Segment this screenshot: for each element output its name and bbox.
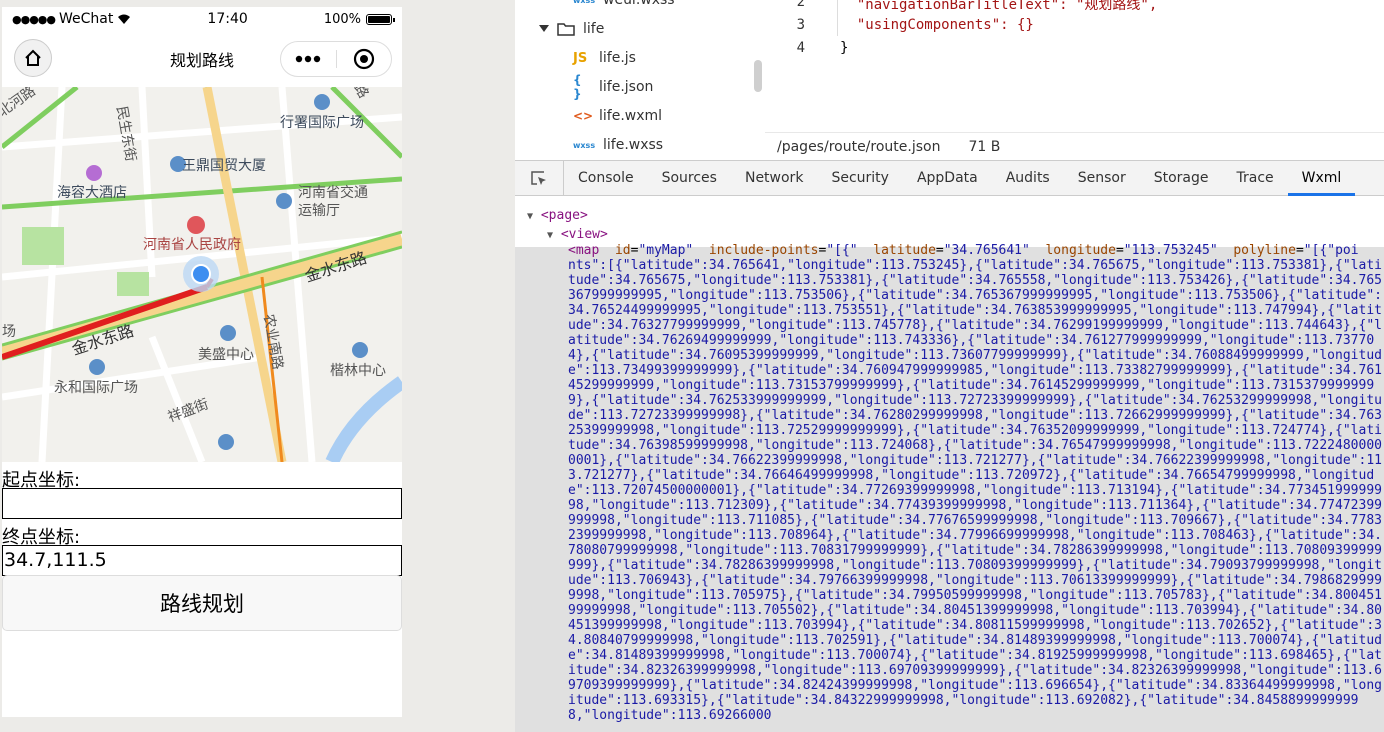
nav-bar: 规划路线 (2, 31, 402, 87)
triangle-down-icon: ▼ (527, 211, 534, 222)
tab-appdata[interactable]: AppData (903, 161, 992, 195)
file-item[interactable]: JS life.js (573, 44, 636, 72)
json-file-icon: { } (573, 73, 582, 101)
capsule-menu (280, 41, 392, 77)
file-item[interactable]: <> life.wxml (573, 102, 662, 130)
code-editor[interactable]: 2 "navigationBarTitleText": "规划路线", 3 "u… (765, 0, 1384, 132)
target-icon (353, 48, 374, 70)
plan-route-button[interactable]: 路线规划 (2, 575, 402, 631)
file-item[interactable]: { } life.json (573, 73, 653, 101)
js-file-icon: JS (573, 50, 588, 66)
svg-text:河南省人民政府: 河南省人民政府 (143, 237, 241, 253)
tab-console[interactable]: Console (564, 161, 648, 195)
inspect-button[interactable] (515, 161, 564, 195)
folder-icon (557, 23, 575, 36)
tab-network[interactable]: Network (731, 161, 817, 195)
map-tag-line: <map id="myMap" include-points="[{" lati… (568, 243, 1359, 258)
code-line: "usingComponents": {} (840, 17, 1034, 33)
start-input[interactable] (2, 488, 402, 519)
home-icon (25, 49, 41, 66)
signal-icon: ●●●●● (12, 12, 56, 26)
end-input[interactable]: 34.7,111.5 (2, 545, 402, 576)
page-title: 规划路线 (169, 51, 234, 70)
chevron-down-icon (539, 25, 549, 32)
tab-security[interactable]: Security (817, 161, 903, 195)
code-line: } (840, 40, 849, 56)
polyline-attribute-value: nts":[{"latitude":34.765641,"longitude":… (568, 258, 1382, 723)
file-size: 71 B (968, 138, 1001, 155)
svg-text:河南省交通: 河南省交通 (298, 184, 368, 201)
home-button[interactable] (14, 39, 52, 77)
more-icon (296, 55, 321, 63)
node-view[interactable]: ▼ <view> (547, 227, 608, 242)
triangle-down-icon: ▼ (547, 230, 554, 241)
tab-audits[interactable]: Audits (992, 161, 1064, 195)
phone-simulator: ●●●●● WeChat 17:40 100% 规划路线 民生东街 行署国际广场… (2, 7, 402, 717)
svg-text:民生东街: 民生东街 (113, 105, 138, 163)
tab-wxml[interactable]: Wxml (1287, 161, 1356, 196)
wxml-panel[interactable]: ▼ <page> ▼ <view> <map id="myMap" includ… (515, 196, 1384, 732)
svg-text:运输厅: 运输厅 (298, 203, 340, 219)
file-item[interactable]: wxss weui.wxss (573, 0, 675, 14)
svg-text:王鼎国贸大厦: 王鼎国贸大厦 (182, 158, 266, 174)
file-tree-scrollbar[interactable] (754, 60, 762, 92)
svg-text:美盛中心: 美盛中心 (198, 347, 254, 363)
inspect-icon (531, 171, 546, 185)
editor-status-bar: /pages/route/route.json 71 B (765, 132, 1384, 160)
map-canvas: 民生东街 行署国际广场 王鼎国贸大厦 海容大酒店 河南省交通 运输厅 河南省人民… (2, 87, 402, 462)
svg-text:行署国际广场: 行署国际广场 (280, 115, 364, 131)
node-map-selected[interactable]: <map id="myMap" include-points="[{" lati… (515, 243, 1384, 732)
battery-percent: 100% (323, 11, 361, 27)
devtools-tabbar: Console Sources Network Security AppData… (515, 160, 1384, 196)
code-line: "navigationBarTitleText": "规划路线", (840, 0, 1158, 13)
folder-item-life[interactable]: life (539, 15, 604, 43)
tab-trace[interactable]: Trace (1223, 161, 1288, 195)
svg-text:海容大酒店: 海容大酒店 (57, 184, 127, 201)
route-map[interactable]: 民生东街 行署国际广场 王鼎国贸大厦 海容大酒店 河南省交通 运输厅 河南省人民… (2, 87, 402, 462)
tab-sources[interactable]: Sources (648, 161, 731, 195)
svg-text:路: 路 (351, 87, 372, 101)
wxss-file-icon: wxss (573, 0, 596, 5)
battery-icon (365, 13, 395, 25)
file-item[interactable]: wxss life.wxss (573, 131, 663, 159)
svg-text:北河路: 北河路 (2, 87, 39, 120)
node-page[interactable]: ▼ <page> (527, 208, 588, 223)
file-tree: wxss weui.wxss life JS life.js { } life.… (515, 0, 766, 160)
wifi-icon (118, 14, 131, 24)
wxss-file-icon: wxss (573, 140, 596, 150)
svg-text:场: 场 (2, 324, 16, 340)
status-bar: ●●●●● WeChat 17:40 100% (2, 7, 402, 31)
svg-text:楷林中心: 楷林中心 (330, 363, 386, 379)
tab-sensor[interactable]: Sensor (1064, 161, 1140, 195)
carrier-name: WeChat (59, 11, 114, 27)
wxml-file-icon: <> (573, 109, 594, 123)
status-time: 17:40 (207, 11, 248, 27)
tab-storage[interactable]: Storage (1140, 161, 1223, 195)
svg-text:永和国际广场: 永和国际广场 (54, 380, 138, 396)
close-miniprogram-button[interactable] (337, 42, 392, 76)
more-button[interactable] (281, 42, 336, 76)
file-path: /pages/route/route.json (777, 138, 941, 155)
